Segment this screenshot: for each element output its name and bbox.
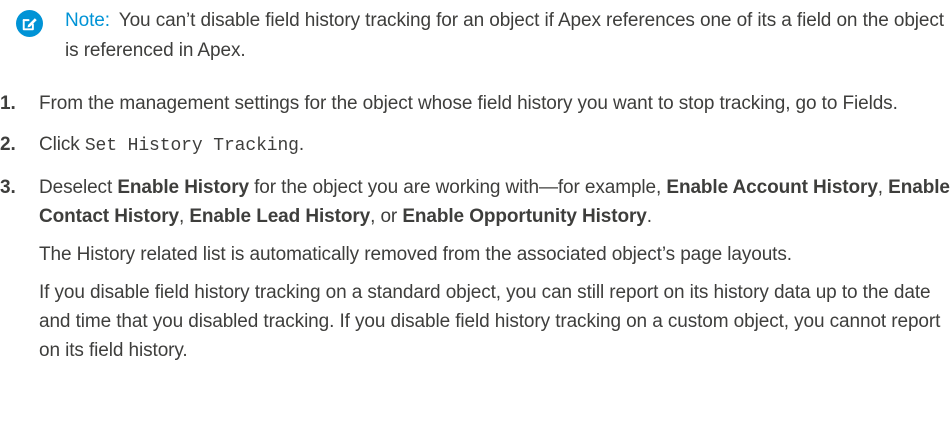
enable-opportunity-history-label: Enable Opportunity History: [402, 206, 647, 227]
text-segment: for the object you are working with—for …: [248, 177, 667, 198]
enable-lead-history-label: Enable Lead History: [189, 206, 371, 227]
step-text: Click Set History Tracking.: [39, 130, 952, 161]
step-text: Deselect Enable History for the object y…: [39, 173, 952, 231]
text-segment: ,: [178, 206, 190, 227]
step-list: 1. From the management settings for the …: [0, 89, 952, 365]
note-callout: Note: You can’t disable field history tr…: [16, 6, 946, 66]
step-number: 3.: [0, 177, 16, 198]
text-segment: ,: [877, 177, 889, 198]
step-2: 2. Click Set History Tracking.: [0, 130, 952, 161]
step-text-suffix: .: [298, 134, 305, 155]
related-list-note: The History related list is automaticall…: [39, 244, 792, 265]
step-text-prefix: Click: [39, 134, 85, 155]
step-3: 3. Deselect Enable History for the objec…: [0, 173, 952, 365]
text-segment: .: [646, 206, 652, 227]
step-1: 1. From the management settings for the …: [0, 89, 952, 118]
set-history-tracking-code: Set History Tracking: [84, 136, 299, 156]
edit-note-icon: [16, 10, 43, 37]
text-segment: , or: [370, 206, 403, 227]
note-text: Note: You can’t disable field history tr…: [65, 6, 946, 66]
note-label: Note:: [65, 10, 110, 31]
enable-history-label: Enable History: [117, 177, 249, 198]
step-text: From the management settings for the obj…: [39, 93, 898, 114]
step-number: 1.: [0, 93, 16, 114]
enable-account-history-label: Enable Account History: [666, 177, 878, 198]
note-body: You can’t disable field history tracking…: [65, 10, 944, 61]
step-number: 2.: [0, 134, 16, 155]
text-segment: Deselect: [39, 177, 118, 198]
reporting-note: If you disable field history tracking on…: [39, 282, 941, 361]
